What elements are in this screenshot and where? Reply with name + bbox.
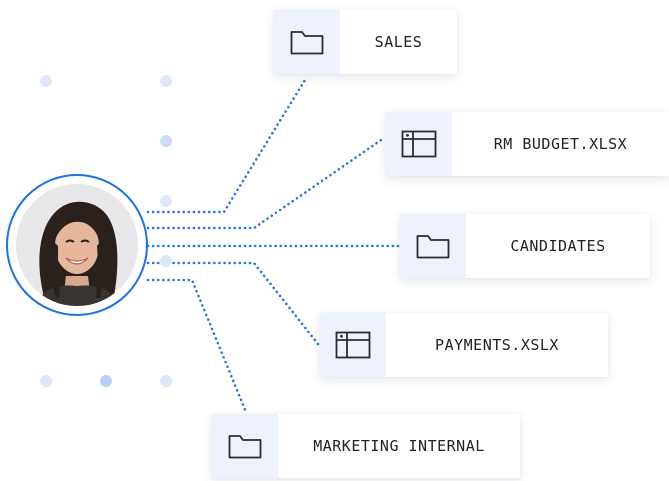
decor-dot [40, 375, 52, 387]
card-icon-area [212, 414, 278, 478]
file-card-rm-budget[interactable]: RM BUDGET.XLSX [386, 112, 669, 176]
file-label: CANDIDATES [510, 237, 606, 255]
decor-dot [100, 375, 112, 387]
decor-dot [160, 375, 172, 387]
decor-dot [160, 135, 172, 147]
file-card-payments[interactable]: PAYMENTS.XSLX [320, 313, 608, 377]
connector-sales [146, 78, 307, 214]
avatar-portrait [16, 184, 138, 306]
card-icon-area [400, 214, 466, 278]
spreadsheet-icon [401, 130, 437, 158]
decor-dot [160, 195, 172, 207]
file-label: PAYMENTS.XSLX [435, 336, 559, 354]
decor-dot [40, 75, 52, 87]
file-label: SALES [374, 33, 423, 51]
connector-payments [146, 261, 320, 346]
folder-icon [416, 235, 450, 259]
file-card-sales[interactable]: SALES [274, 10, 457, 74]
spreadsheet-icon [335, 331, 371, 359]
folder-icon [228, 435, 262, 459]
user-avatar [16, 184, 138, 306]
folder-icon [290, 31, 324, 55]
file-card-candidates[interactable]: CANDIDATES [400, 214, 650, 278]
user-avatar-ring [6, 174, 148, 316]
access-diagram: SALES RM BUDGET.XLSX CANDIDATES PAYMENTS… [0, 0, 669, 481]
connector-rm-budget [146, 136, 386, 230]
file-label: RM BUDGET.XLSX [493, 135, 628, 153]
card-icon-area [320, 313, 386, 377]
card-icon-area [386, 112, 452, 176]
decor-dot [160, 255, 172, 267]
file-label: MARKETING INTERNAL [313, 437, 485, 455]
connector-marketing [146, 278, 248, 414]
card-icon-area [274, 10, 340, 74]
file-card-marketing-internal[interactable]: MARKETING INTERNAL [212, 414, 520, 478]
decor-dot [160, 75, 172, 87]
